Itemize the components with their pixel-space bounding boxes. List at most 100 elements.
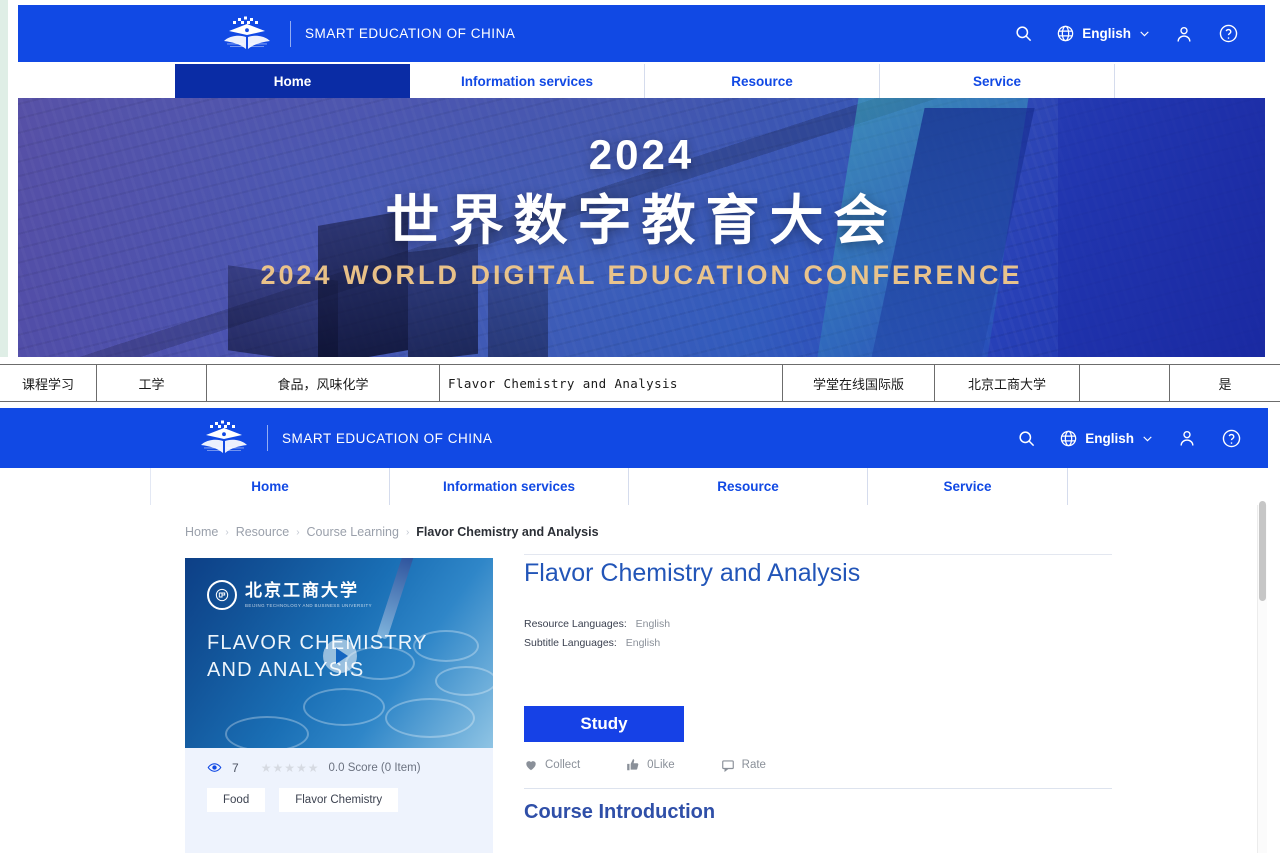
subtitle-languages-row: Subtitle Languages: English (524, 637, 1114, 649)
header-actions-bottom: English (1015, 427, 1242, 449)
site-logo[interactable]: SMART EDUCATION OF CHINA (218, 16, 515, 52)
course-stats-row: 7 ★ ★ ★ ★ ★ 0.0 Score (0 Item) (207, 760, 421, 775)
table-cell-course-name[interactable]: Flavor Chemistry and Analysis (440, 365, 783, 401)
logo-divider (290, 20, 291, 47)
study-button[interactable]: Study (524, 706, 684, 742)
language-selector[interactable]: English (1056, 24, 1151, 43)
left-white-gap (8, 0, 18, 357)
star-icon: ★ (307, 760, 319, 775)
section-heading-course-introduction: Course Introduction (524, 801, 716, 823)
page-content: Home › Resource › Course Learning › Flav… (0, 501, 1268, 853)
course-action-bar: Collect 0Like Rate (524, 758, 766, 772)
subtitle-languages-value: English (625, 637, 661, 649)
site-logo-bottom[interactable]: SMART EDUCATION OF CHINA (195, 420, 492, 456)
rate-button[interactable]: Rate (721, 758, 766, 772)
open-book-crown-logo-icon (195, 420, 253, 456)
chevron-down-icon (1141, 432, 1154, 445)
nav-item-home[interactable]: Home (175, 64, 410, 98)
user-icon[interactable] (1176, 427, 1198, 449)
play-icon[interactable] (323, 639, 357, 673)
top-browser-view: SMART EDUCATION OF CHINA English Home In… (0, 0, 1280, 364)
breadcrumb-item-home[interactable]: Home (185, 525, 218, 539)
nav-trailing-space (1115, 64, 1265, 98)
hero-title-cn: 世界数字教育大会 (385, 189, 898, 252)
university-name-cn: 北京工商大学 (245, 580, 359, 601)
nav-item-information-services[interactable]: Information services (390, 468, 629, 505)
breadcrumb-item-resource[interactable]: Resource (236, 525, 290, 539)
spreadsheet-row-strip: 课程学习 工学 食品，风味化学 Flavor Chemistry and Ana… (0, 364, 1280, 402)
breadcrumb-separator: › (405, 526, 410, 538)
page-scrollbar[interactable] (1258, 501, 1267, 853)
globe-icon (1056, 24, 1075, 43)
nav-item-home[interactable]: Home (151, 468, 390, 505)
breadcrumb-separator: › (296, 526, 300, 538)
like-label: 0Like (647, 759, 675, 771)
nav-label: Service (943, 479, 992, 494)
language-label: English (1085, 430, 1134, 446)
main-navigation: Home Information services Resource Servi… (18, 64, 1265, 99)
university-logo: 北京工商大学 BEIJING TECHNOLOGY AND BUSINESS U… (207, 580, 372, 610)
comment-icon (721, 758, 735, 772)
eye-icon (207, 760, 222, 775)
petri-dish (385, 698, 475, 738)
nav-left-spacer (0, 468, 151, 505)
nav-label: Home (273, 73, 312, 89)
scrollbar-thumb[interactable] (1259, 501, 1266, 601)
nav-label: Resource (731, 73, 793, 89)
collect-button[interactable]: Collect (524, 758, 580, 772)
table-cell-university[interactable]: 北京工商大学 (935, 365, 1080, 401)
main-navigation-bottom: Home Information services Resource Servi… (0, 468, 1268, 506)
subtitle-languages-label: Subtitle Languages: (524, 637, 617, 649)
table-cell-category[interactable]: 课程学习 (0, 365, 97, 401)
course-detail-column: Flavor Chemistry and Analysis Resource L… (524, 558, 1114, 823)
header-actions: English (1012, 23, 1239, 45)
star-icon: ★ (284, 760, 295, 775)
hero-year: 2024 (588, 131, 695, 178)
resource-languages-value: English (635, 618, 671, 630)
site-header-bottom: SMART EDUCATION OF CHINA English (0, 408, 1268, 468)
question-circle-icon[interactable] (1217, 23, 1239, 45)
nav-label: Information services (442, 479, 576, 494)
resource-languages-label: Resource Languages: (524, 618, 627, 630)
table-cell-discipline[interactable]: 工学 (97, 365, 207, 401)
score-text: 0.0 Score (0 Item) (328, 761, 421, 774)
university-name-en: BEIJING TECHNOLOGY AND BUSINESS UNIVERSI… (245, 602, 372, 608)
heart-icon (524, 758, 538, 772)
left-edge-strip (0, 0, 8, 357)
language-label: English (1082, 26, 1131, 41)
nav-item-service[interactable]: Service (868, 468, 1068, 505)
tag-flavor-chemistry[interactable]: Flavor Chemistry (279, 788, 399, 812)
logo-divider (267, 425, 268, 451)
tag-food[interactable]: Food (207, 788, 266, 812)
star-icon: ★ (260, 760, 272, 775)
nav-item-resource[interactable]: Resource (645, 64, 880, 98)
nav-label: Service (972, 73, 1022, 89)
search-icon[interactable] (1015, 427, 1037, 449)
breadcrumb-separator: › (225, 526, 229, 538)
table-cell-platform[interactable]: 学堂在线国际版 (783, 365, 935, 401)
nav-item-resource[interactable]: Resource (629, 468, 868, 505)
rating-stars[interactable]: ★ ★ ★ ★ ★ (261, 761, 319, 775)
nav-label: Resource (717, 479, 779, 494)
user-icon[interactable] (1173, 23, 1195, 45)
table-cell-subject[interactable]: 食品，风味化学 (207, 365, 440, 401)
search-icon[interactable] (1012, 23, 1034, 45)
course-thumbnail[interactable]: 北京工商大学 BEIJING TECHNOLOGY AND BUSINESS U… (185, 558, 493, 748)
chevron-down-icon (1138, 27, 1151, 40)
course-stats-panel: 7 ★ ★ ★ ★ ★ 0.0 Score (0 Item) Food Flav… (185, 748, 493, 853)
university-seal-icon (207, 580, 237, 610)
petri-dish (303, 688, 385, 726)
view-count: 7 (232, 760, 239, 775)
question-circle-icon[interactable] (1220, 427, 1242, 449)
nav-label: Home (251, 479, 289, 494)
rate-label: Rate (741, 759, 766, 771)
like-button[interactable]: 0Like (626, 758, 675, 772)
table-cell-flag[interactable]: 是 (1170, 365, 1280, 401)
breadcrumb-item-course-learning[interactable]: Course Learning (307, 525, 399, 539)
language-selector[interactable]: English (1059, 429, 1154, 448)
hero-banner[interactable]: 2024 世界数字教育大会 2024 WORLD DIGITAL EDUCATI… (18, 98, 1265, 357)
nav-item-information-services[interactable]: Information services (410, 64, 645, 98)
table-cell-empty[interactable] (1080, 365, 1170, 401)
breadcrumb-item-current: Flavor Chemistry and Analysis (416, 525, 599, 539)
nav-item-service[interactable]: Service (880, 64, 1115, 98)
